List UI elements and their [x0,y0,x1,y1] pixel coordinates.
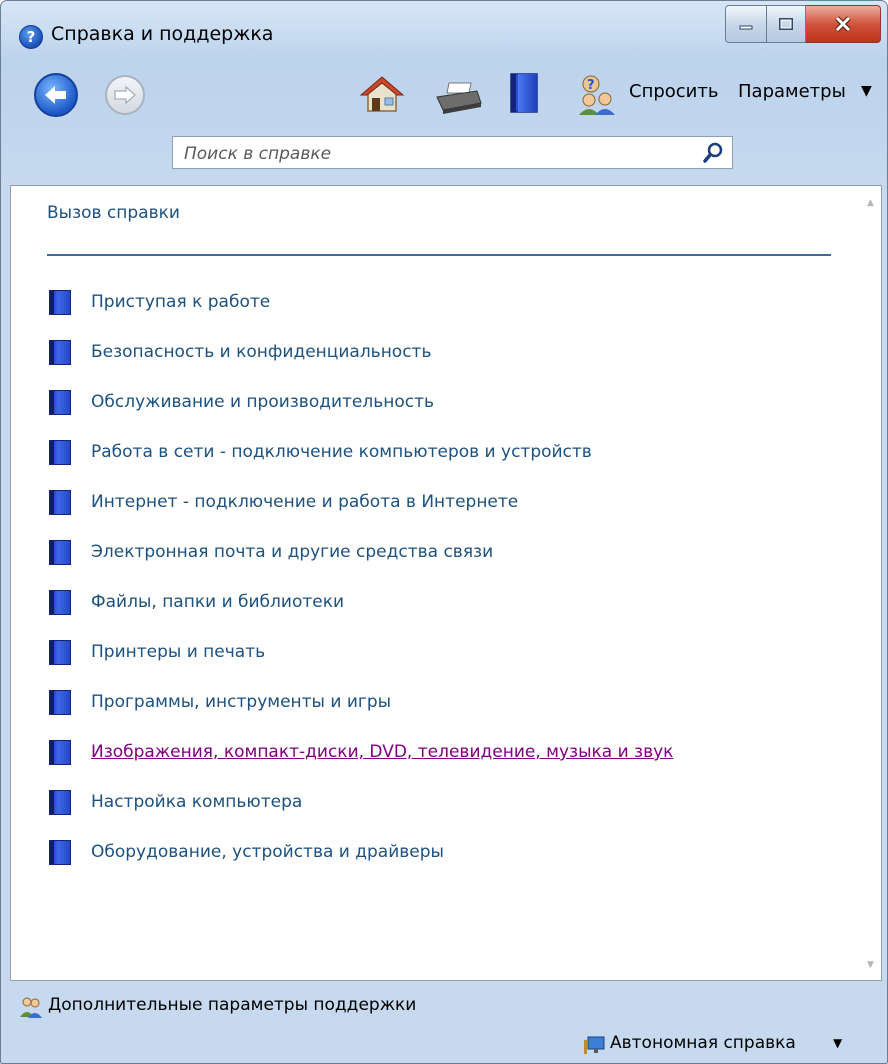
search-input[interactable] [182,143,686,165]
home-icon[interactable] [359,74,405,114]
topic-link[interactable]: Приступая к работе [91,290,270,314]
topic-link[interactable]: Изображения, компакт-диски, DVD, телевид… [91,740,673,764]
printer-icon[interactable] [433,79,485,115]
book-icon [49,340,71,365]
close-button[interactable] [806,5,881,43]
search-box [172,136,733,169]
title-bar[interactable]: ? Справка и поддержка [1,1,887,65]
back-button[interactable] [34,73,78,117]
help-content-pane: Вызов справки Приступая к работе Безопасн… [10,185,882,981]
topic-link[interactable]: Электронная почта и другие средства связ… [91,540,493,564]
topic-link[interactable]: Принтеры и печать [91,640,265,664]
ask-people-icon[interactable]: ? [577,73,617,115]
topic-link[interactable]: Файлы, папки и библиотеки [91,590,344,614]
book-icon [49,740,71,765]
search-icon[interactable] [702,141,726,165]
topic-link[interactable]: Безопасность и конфиденциальность [91,340,431,364]
maximize-button[interactable] [767,5,806,43]
help-call-link[interactable]: Вызов справки [47,203,180,223]
vertical-scrollbar[interactable]: ▲ ▼ [863,186,881,980]
book-icon [49,490,71,515]
maximize-icon [779,18,793,30]
topic-link[interactable]: Обслуживание и производительность [91,390,434,414]
minimize-icon [739,25,753,30]
book-icon [49,440,71,465]
options-chevron-down-icon[interactable]: ▼ [861,83,872,99]
back-arrow-icon [45,86,66,104]
help-window: ? Справка и поддержка ? Спросить Парамет… [0,0,888,1064]
offline-help-icon[interactable] [582,1034,606,1056]
book-icon [49,540,71,565]
support-people-icon[interactable] [19,995,43,1019]
book-icon [49,690,71,715]
topic-link[interactable]: Работа в сети - подключение компьютеров … [91,440,592,464]
book-icon [49,790,71,815]
scroll-up-arrow-icon[interactable]: ▲ [867,198,874,208]
book-icon [49,640,71,665]
book-icon [49,290,71,315]
close-icon [835,16,851,32]
header-divider [47,254,831,256]
status-footer: Дополнительные параметры поддержки Автон… [1,981,887,1063]
options-button[interactable]: Параметры [738,81,846,102]
offline-chevron-down-icon[interactable]: ▼ [833,1036,842,1050]
book-icon [49,390,71,415]
help-app-icon: ? [19,25,43,49]
forward-button[interactable] [105,75,145,115]
ask-button[interactable]: Спросить [629,81,718,102]
caption-buttons [725,5,881,43]
topic-link[interactable]: Интернет - подключение и работа в Интерн… [91,490,518,514]
book-icon [49,590,71,615]
more-support-options-link[interactable]: Дополнительные параметры поддержки [48,995,416,1015]
svg-text:?: ? [587,78,595,93]
offline-help-button[interactable]: Автономная справка [610,1033,796,1053]
scroll-down-arrow-icon[interactable]: ▼ [867,960,874,970]
book-icon[interactable] [509,72,539,114]
window-title: Справка и поддержка [51,23,274,45]
topic-link[interactable]: Оборудование, устройства и драйверы [91,840,444,864]
forward-arrow-icon [114,85,136,105]
topic-link[interactable]: Программы, инструменты и игры [91,690,391,714]
minimize-button[interactable] [725,5,767,43]
book-icon [49,840,71,865]
topic-link[interactable]: Настройка компьютера [91,790,302,814]
